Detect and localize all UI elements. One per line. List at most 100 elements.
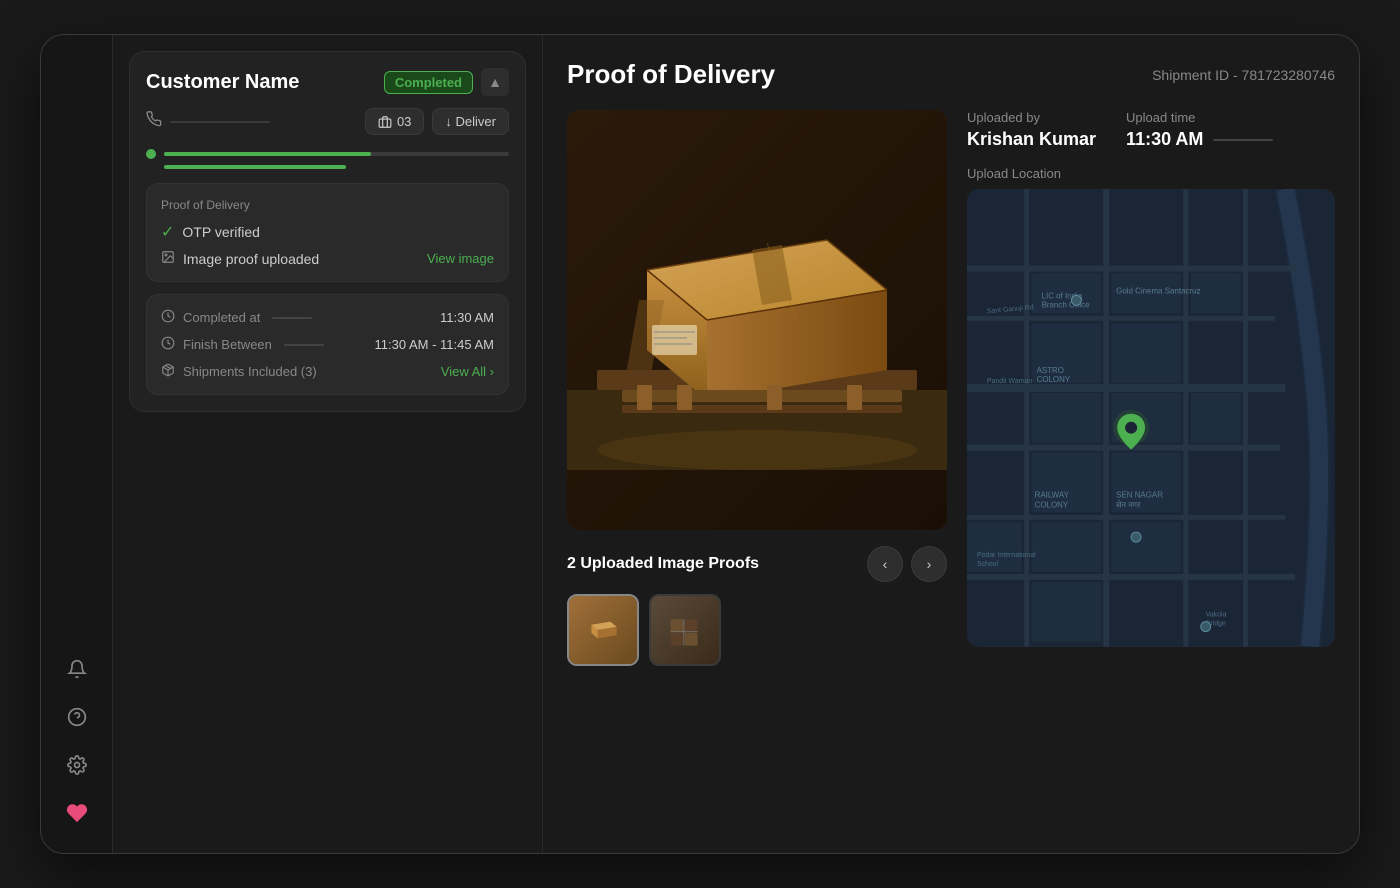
deliver-label: ↓ Deliver <box>445 114 496 129</box>
image-section: 2 Uploaded Image Proofs ‹ › <box>567 110 947 829</box>
phone-row: 03 ↓ Deliver <box>146 108 509 135</box>
svg-text:Vakola: Vakola <box>1206 612 1227 619</box>
finish-between-label: Finish Between <box>183 337 272 352</box>
check-icon: ✓ <box>161 222 174 242</box>
map-container: .map-text { font-family: sans-serif; fil… <box>967 189 1335 647</box>
deliver-button[interactable]: ↓ Deliver <box>432 108 509 135</box>
phone-line <box>170 121 270 123</box>
completed-at-label: Completed at <box>183 310 260 325</box>
svg-text:सेन नगर: सेन नगर <box>1116 499 1141 509</box>
image-proofs-section: 2 Uploaded Image Proofs ‹ › <box>567 546 947 666</box>
uploader-section: Uploaded by Krishan Kumar Upload time 11… <box>967 110 1335 150</box>
finish-between-value: 11:30 AM - 11:45 AM <box>375 337 494 352</box>
uploaded-by-value: Krishan Kumar <box>967 129 1096 150</box>
progress-bar-fill <box>164 152 371 156</box>
status-badge: Completed <box>384 71 473 94</box>
main-header: Proof of Delivery Shipment ID - 78172328… <box>567 59 1335 90</box>
right-info: Uploaded by Krishan Kumar Upload time 11… <box>967 110 1335 829</box>
phone-icon <box>146 111 162 132</box>
progress-section <box>146 149 509 169</box>
clock-icon <box>161 309 175 326</box>
otp-label: OTP verified <box>182 224 260 240</box>
svg-text:COLONY: COLONY <box>1037 375 1071 384</box>
view-image-link[interactable]: View image <box>427 251 494 266</box>
main-image-container <box>567 110 947 530</box>
uploaded-by-group: Uploaded by Krishan Kumar <box>967 110 1096 150</box>
upload-time-label: Upload time <box>1126 110 1273 125</box>
customer-header: Customer Name Completed ▲ <box>146 68 509 96</box>
shipments-left: Shipments Included (3) <box>161 363 317 380</box>
progress-bar-container <box>164 152 509 156</box>
header-right: Completed ▲ <box>384 68 509 96</box>
customer-card: Customer Name Completed ▲ <box>129 51 526 412</box>
brand-icon[interactable] <box>57 793 97 833</box>
package-icon <box>161 363 175 380</box>
svg-text:SEN NAGAR: SEN NAGAR <box>1116 490 1163 499</box>
shipment-id: Shipment ID - 781723280746 <box>1152 67 1335 83</box>
help-icon[interactable] <box>57 697 97 737</box>
completed-at-row: Completed at 11:30 AM <box>161 309 494 326</box>
progress-dot-row <box>146 149 509 159</box>
left-panel: Customer Name Completed ▲ <box>113 35 543 853</box>
map-svg: .map-text { font-family: sans-serif; fil… <box>967 189 1335 647</box>
calendar-icon <box>161 336 175 353</box>
thumb-box-2 <box>651 596 719 664</box>
finish-between-left: Finish Between <box>161 336 324 353</box>
device-frame: Customer Name Completed ▲ <box>40 34 1360 854</box>
thumbnail-row <box>567 594 947 666</box>
shipments-label: Shipments Included (3) <box>183 364 317 379</box>
finish-between-row: Finish Between 11:30 AM - 11:45 AM <box>161 336 494 353</box>
delivery-image <box>567 110 947 530</box>
image-proof-item: Image proof uploaded View image <box>161 250 494 267</box>
timeline-card: Completed at 11:30 AM Finish Between <box>146 294 509 395</box>
image-icon <box>161 250 175 267</box>
pod-inner-card: Proof of Delivery ✓ OTP verified Image p… <box>146 183 509 282</box>
svg-text:COLONY: COLONY <box>1035 500 1069 509</box>
time-line <box>1213 139 1273 141</box>
upload-time-value: 11:30 AM <box>1126 129 1203 150</box>
location-label: Upload Location <box>967 166 1335 181</box>
uploaded-by-label: Uploaded by <box>967 110 1096 125</box>
completed-at-left: Completed at <box>161 309 312 326</box>
proofs-header: 2 Uploaded Image Proofs ‹ › <box>567 546 947 582</box>
shipments-row: Shipments Included (3) View All › <box>161 363 494 380</box>
otp-verified-item: ✓ OTP verified <box>161 222 494 242</box>
count-label: 03 <box>397 114 411 129</box>
progress-sub-bar <box>164 165 346 169</box>
chevron-button[interactable]: ▲ <box>481 68 509 96</box>
customer-name: Customer Name <box>146 71 299 94</box>
upload-time-group: Upload time 11:30 AM <box>1126 110 1273 150</box>
phone-left <box>146 111 270 132</box>
view-all-link[interactable]: View All › <box>441 364 494 379</box>
thumbnail-1[interactable] <box>567 594 639 666</box>
svg-text:Podar International: Podar International <box>977 552 1036 559</box>
next-button[interactable]: › <box>911 546 947 582</box>
thumb-box-1 <box>569 596 637 664</box>
prev-button[interactable]: ‹ <box>867 546 903 582</box>
image-proof-label: Image proof uploaded <box>183 251 319 267</box>
nav-buttons: ‹ › <box>867 546 947 582</box>
pod-heading: Proof of Delivery <box>567 59 775 90</box>
count-button[interactable]: 03 <box>365 108 424 135</box>
timeline-dash-2 <box>284 344 324 346</box>
svg-text:Pandit Waman: Pandit Waman <box>987 378 1032 385</box>
upload-time-row: 11:30 AM <box>1126 129 1273 150</box>
action-buttons: 03 ↓ Deliver <box>365 108 509 135</box>
bell-icon[interactable] <box>57 649 97 689</box>
svg-text:Branch Office: Branch Office <box>1042 300 1091 309</box>
content-grid: 2 Uploaded Image Proofs ‹ › <box>567 110 1335 829</box>
proofs-title: 2 Uploaded Image Proofs <box>567 555 759 573</box>
svg-text:Gold Cinema Santacruz: Gold Cinema Santacruz <box>1116 286 1200 295</box>
thumbnail-2[interactable] <box>649 594 721 666</box>
location-section: Upload Location .map-text { font-family:… <box>967 166 1335 647</box>
package-svg <box>567 170 947 470</box>
timeline-dash <box>272 317 312 319</box>
progress-dot <box>146 149 156 159</box>
svg-text:School: School <box>977 561 999 568</box>
settings-icon[interactable] <box>57 745 97 785</box>
completed-at-value: 11:30 AM <box>440 310 494 325</box>
sidebar <box>41 35 113 853</box>
main-content: Proof of Delivery Shipment ID - 78172328… <box>543 35 1359 853</box>
pod-card-title: Proof of Delivery <box>161 198 494 212</box>
svg-text:ASTRO: ASTRO <box>1037 366 1064 375</box>
